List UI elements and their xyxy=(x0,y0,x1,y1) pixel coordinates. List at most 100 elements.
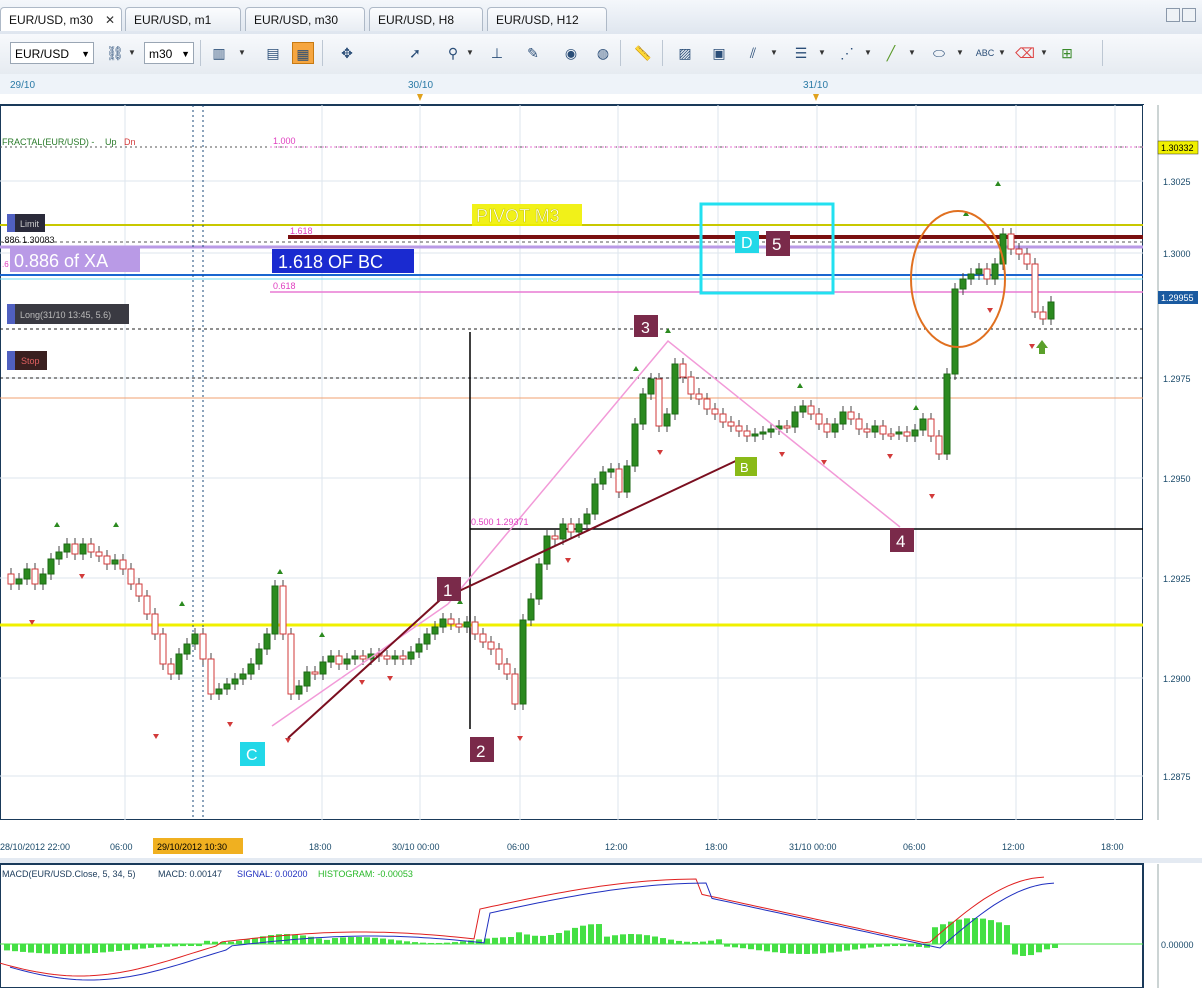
macd-zero-label: 0.00000 xyxy=(1161,940,1194,950)
cursor-icon[interactable]: ➚ xyxy=(404,42,426,64)
macd-legend: MACD(EUR/USD.Close, 5, 34, 5) MACD: 0.00… xyxy=(2,869,413,879)
tree-icon[interactable]: ⊞ xyxy=(1056,42,1078,64)
time-label: 28/10/2012 22:00 xyxy=(0,842,70,852)
chevron-down-icon[interactable]: ▼ xyxy=(466,48,474,57)
magnifier-icon[interactable]: ⚲ xyxy=(442,42,464,64)
symbol-value: EUR/USD xyxy=(15,47,70,61)
fib-label-0500: 0.500 1.29371 xyxy=(471,517,529,527)
chevron-down-icon[interactable]: ▼ xyxy=(908,48,916,57)
chart-area[interactable]: 29/10 30/10 31/10 FRACTAL(EUR/USD) - Up … xyxy=(0,74,1202,988)
current-price-label: 1.29955 xyxy=(1161,293,1194,303)
macd-pane xyxy=(0,863,1144,988)
chevron-down-icon: ▼ xyxy=(181,49,190,59)
macd-value: MACD: 0.00147 xyxy=(158,869,222,879)
layout-icon[interactable]: ▤ xyxy=(262,42,284,64)
fractal-label: FRACTAL(EUR/USD) - Up Dn xyxy=(2,137,136,147)
chevron-down-icon[interactable]: ▼ xyxy=(864,48,872,57)
screenshot-icon[interactable]: ▨ xyxy=(674,42,696,64)
point-d-label: D xyxy=(741,235,753,252)
fib-label-top: 1.000 xyxy=(273,136,296,146)
line-icon[interactable]: ╱ xyxy=(880,42,902,64)
fib-label-1618: 1.618 xyxy=(290,226,313,236)
top-date-label: 31/10 xyxy=(803,80,828,91)
order-long-label: Long(31/10 13:45, 5.6) xyxy=(20,310,111,320)
chevron-down-icon[interactable]: ▼ xyxy=(998,48,1006,57)
macd-title: MACD(EUR/USD.Close, 5, 34, 5) xyxy=(2,869,136,879)
price-label: 1.2950 xyxy=(1163,474,1191,484)
ruler-icon[interactable]: 📏 xyxy=(632,42,654,64)
point-b-label: B xyxy=(740,460,749,475)
tab-label: EUR/USD, m1 xyxy=(134,13,212,27)
close-icon[interactable]: ✕ xyxy=(105,8,115,32)
window-buttons xyxy=(1166,8,1196,22)
globe-icon[interactable]: ◍ xyxy=(592,42,614,64)
link-icon[interactable]: ⛓ xyxy=(104,42,126,64)
top-date-label: 30/10 xyxy=(408,80,433,91)
chart-type-icon[interactable]: ▥ xyxy=(208,42,230,64)
xa-label: 0.886 of XA xyxy=(14,251,108,271)
tab-eurusd-m30-1[interactable]: EUR/USD, m30 ✕ xyxy=(0,7,122,31)
time-label: 06:00 xyxy=(507,842,530,852)
fan-icon[interactable]: ⋰ xyxy=(836,42,858,64)
maximize-icon[interactable] xyxy=(1182,8,1196,22)
timeframe-select[interactable]: m30 ▼ xyxy=(144,42,194,64)
price-label: 1.2875 xyxy=(1163,772,1191,782)
symbol-select[interactable]: EUR/USD ▼ xyxy=(10,42,94,64)
tab-eurusd-h8[interactable]: EUR/USD, H8 xyxy=(369,7,483,31)
fractal-dn: Dn xyxy=(124,137,136,147)
chart-edit-icon[interactable]: ✎ xyxy=(522,42,544,64)
price-label: 1.2975 xyxy=(1163,374,1191,384)
tab-bar: EUR/USD, m30 ✕ EUR/USD, m1 EUR/USD, m30 … xyxy=(0,0,1202,35)
tab-eurusd-h12[interactable]: EUR/USD, H12 xyxy=(487,7,607,31)
separator xyxy=(620,40,621,66)
order-limit[interactable]: Limit xyxy=(7,214,45,232)
time-label: 12:00 xyxy=(605,842,628,852)
tab-label: EUR/USD, m30 xyxy=(254,13,339,27)
order-stop[interactable]: Stop xyxy=(7,351,47,370)
chart-toolbar: EUR/USD ▼ ⛓ ▼ m30 ▼ ▥ ▼ ▤ ▦ ✥ ➚ ⚲ ▼ ⊥ ✎ ◉ … xyxy=(0,34,1202,75)
price-label: 1.2925 xyxy=(1163,574,1191,584)
top-price-label: 1.30332 xyxy=(1161,143,1194,153)
eraser-icon[interactable]: ⌫ xyxy=(1014,42,1036,64)
price-label: 1.3025 xyxy=(1163,177,1191,187)
trend-tools-icon[interactable]: ⫽ xyxy=(742,42,764,64)
order-stop-label: Stop xyxy=(21,356,40,366)
pivot-label: PIVOT M3 xyxy=(476,206,560,226)
chevron-down-icon[interactable]: ▼ xyxy=(128,48,136,57)
top-date-label: 29/10 xyxy=(10,80,35,91)
period-separator-icon[interactable]: ⊥ xyxy=(486,42,508,64)
indicators-icon[interactable]: ▦ xyxy=(292,42,314,64)
price-axis xyxy=(1143,105,1202,820)
chevron-down-icon[interactable]: ▼ xyxy=(956,48,964,57)
tab-eurusd-m30-2[interactable]: EUR/USD, m30 xyxy=(245,7,365,31)
horizontal-lines-icon[interactable]: ☰ xyxy=(790,42,812,64)
time-label: 30/10 00:00 xyxy=(392,842,440,852)
template-icon[interactable]: ▣ xyxy=(708,42,730,64)
time-label: 18:00 xyxy=(1101,842,1124,852)
restore-icon[interactable] xyxy=(1166,8,1180,22)
chevron-down-icon[interactable]: ▼ xyxy=(818,48,826,57)
fractal-title: FRACTAL(EUR/USD) - xyxy=(2,137,94,147)
eye-icon[interactable]: ◉ xyxy=(560,42,582,64)
tab-label: EUR/USD, H8 xyxy=(378,13,455,27)
crosshair-icon[interactable]: ✥ xyxy=(336,42,358,64)
ellipse-icon[interactable]: ⬭ xyxy=(928,42,950,64)
wave-2-label: 2 xyxy=(476,742,485,761)
time-label: 18:00 xyxy=(309,842,332,852)
price-label: 1.2900 xyxy=(1163,674,1191,684)
timeframe-value: m30 xyxy=(149,47,173,61)
order-limit-label: Limit xyxy=(20,219,40,229)
text-icon[interactable]: ABC xyxy=(974,42,996,64)
chevron-down-icon: ▼ xyxy=(81,49,90,59)
histogram-value: HISTOGRAM: -0.00053 xyxy=(318,869,413,879)
chevron-down-icon[interactable]: ▼ xyxy=(238,48,246,57)
chevron-down-icon[interactable]: ▼ xyxy=(1040,48,1048,57)
bc-label: 1.618 OF BC xyxy=(278,252,383,272)
tab-eurusd-m1[interactable]: EUR/USD, m1 xyxy=(125,7,241,31)
price-label: 1.3000 xyxy=(1163,249,1191,259)
separator xyxy=(322,40,323,66)
separator xyxy=(662,40,663,66)
order-long[interactable]: Long(31/10 13:45, 5.6) xyxy=(7,304,129,324)
chevron-down-icon[interactable]: ▼ xyxy=(770,48,778,57)
time-label: 06:00 xyxy=(903,842,926,852)
